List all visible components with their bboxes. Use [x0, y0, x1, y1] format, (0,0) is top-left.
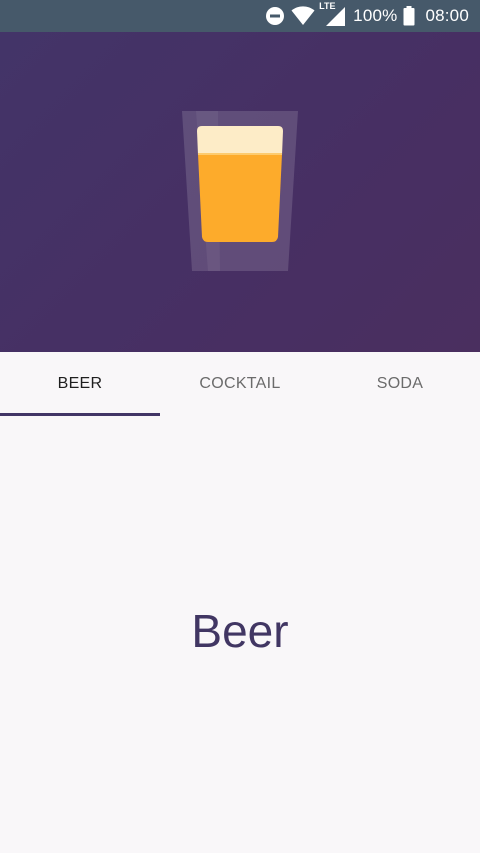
hero-banner — [0, 32, 480, 352]
tab-content: Beer — [0, 416, 480, 853]
content-title: Beer — [191, 605, 289, 657]
status-bar: LTE 100% 08:00 — [0, 0, 480, 32]
app-screen: LTE 100% 08:00 BEER COCKTAIL SODA Beer — [0, 0, 480, 853]
tab-cocktail[interactable]: COCKTAIL — [160, 352, 320, 416]
tab-soda[interactable]: SODA — [320, 352, 480, 416]
category-tabs: BEER COCKTAIL SODA — [0, 352, 480, 416]
beer-glass-icon — [182, 111, 298, 271]
cellular-signal-icon: LTE — [319, 1, 347, 27]
tab-beer[interactable]: BEER — [0, 352, 160, 416]
network-type-label: LTE — [319, 1, 336, 11]
battery-icon — [403, 6, 415, 26]
do-not-disturb-icon — [265, 6, 285, 26]
wifi-icon — [291, 6, 315, 26]
tab-soda-label: SODA — [376, 375, 424, 392]
tab-beer-label: BEER — [57, 375, 103, 392]
clock: 08:00 — [425, 6, 469, 25]
battery-percentage: 100% — [353, 6, 398, 25]
tab-cocktail-label: COCKTAIL — [199, 375, 281, 392]
